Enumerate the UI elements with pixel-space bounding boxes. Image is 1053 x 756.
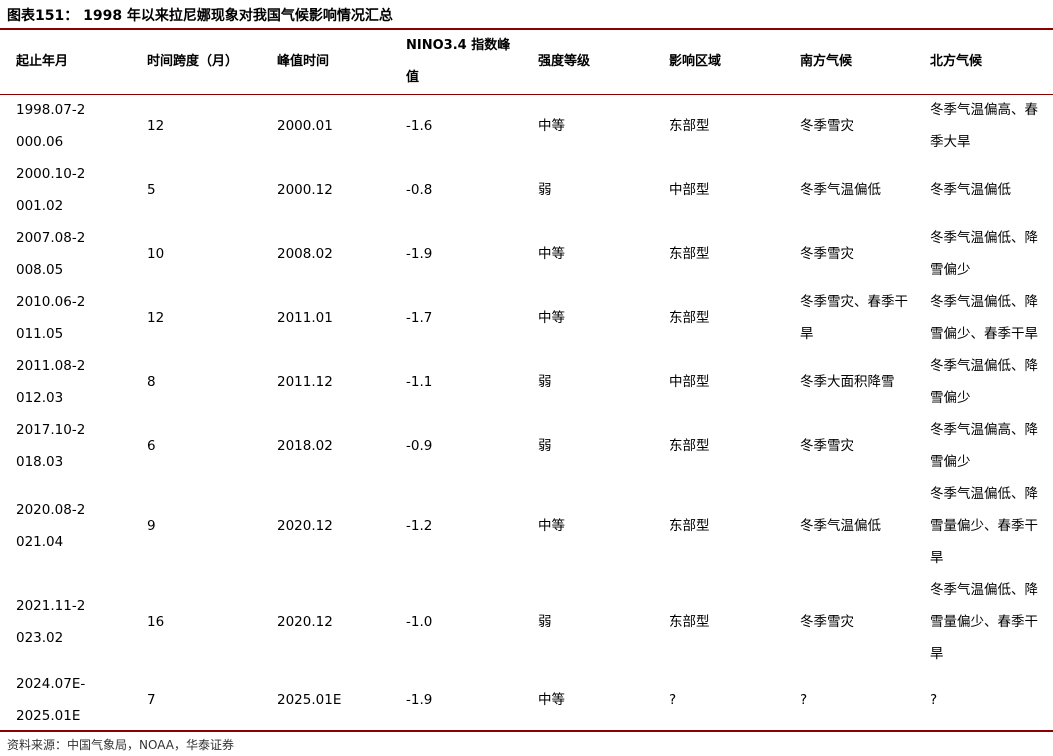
table-cell: 冬季气温偏低、降雪偏少、春季干旱: [930, 294, 1038, 342]
table-cell: 2010.06-2011.05: [16, 294, 86, 342]
table-cell: 冬季气温偏低: [800, 182, 881, 198]
table-cell: 冬季雪灾: [800, 246, 854, 262]
table-cell: 2024.07E-2025.01E: [16, 676, 86, 724]
table-cell: 冬季气温偏低、降雪偏少: [930, 358, 1038, 406]
table-cell: -1.1: [406, 374, 433, 390]
table-cell: -1.9: [406, 246, 433, 262]
table-cell: 2007.08-2008.05: [16, 230, 86, 278]
table-cell: -1.7: [406, 310, 433, 326]
table-cell: ?: [669, 692, 677, 708]
table-cell: 2018.02: [277, 438, 333, 454]
header-cell: 北方气候: [930, 54, 983, 69]
table-cell: 中等: [538, 310, 565, 326]
table-cell: 8: [147, 374, 156, 390]
figure-title: 图表151： 1998 年以来拉尼娜现象对我国气候影响情况汇总: [7, 8, 393, 24]
table-row: 2011.08-2012.03 8 2011.12 -1.1 弱 中部型 冬季大…: [0, 350, 1053, 414]
table-cell: 5: [147, 182, 156, 198]
table-cell: 冬季气温偏低、降雪量偏少、春季干旱: [930, 582, 1038, 662]
table-cell: 2000.01: [277, 118, 333, 134]
table-cell: 冬季大面积降雪: [800, 374, 895, 390]
table-cell: 弱: [538, 182, 552, 198]
table-cell: -1.6: [406, 118, 433, 134]
table-header: 起止年月 时间跨度（月） 峰值时间 NINO3.4 指数峰值 强度等级 影响区域…: [0, 30, 1053, 95]
table-cell: 东部型: [669, 246, 710, 262]
table-cell: 东部型: [669, 438, 710, 454]
table-cell: 2020.08-2021.04: [16, 502, 86, 550]
table-cell: 东部型: [669, 310, 710, 326]
table-row: 2021.11-2023.02 16 2020.12 -1.0 弱 东部型 冬季…: [0, 574, 1053, 670]
header-cell: 起止年月: [16, 54, 69, 69]
table-cell: 2020.12: [277, 614, 333, 630]
table-row: 1998.07-2000.06 12 2000.01 -1.6 中等 东部型 冬…: [0, 94, 1053, 158]
table-cell: ?: [800, 692, 808, 708]
table-cell: 2025.01E: [277, 692, 342, 708]
header-cell: 影响区域: [669, 54, 722, 69]
table-cell: 冬季气温偏高、春季大旱: [930, 102, 1038, 150]
table-cell: -1.9: [406, 692, 433, 708]
table-cell: 冬季雪灾、春季干旱: [800, 294, 908, 342]
table-cell: -0.8: [406, 182, 433, 198]
table-row: 2020.08-2021.04 9 2020.12 -1.2 中等 东部型 冬季…: [0, 478, 1053, 574]
table-cell: 东部型: [669, 118, 710, 134]
table-cell: 2000.12: [277, 182, 333, 198]
table-cell: 2017.10-2018.03: [16, 422, 86, 470]
table-cell: 弱: [538, 438, 552, 454]
table-cell: 中部型: [669, 182, 710, 198]
table-cell: 7: [147, 692, 156, 708]
table-cell: 中等: [538, 118, 565, 134]
table-cell: 12: [147, 118, 165, 134]
table-cell: 冬季气温偏低: [800, 518, 881, 534]
table-cell: 10: [147, 246, 165, 262]
table-cell: 9: [147, 518, 156, 534]
table-cell: 2011.12: [277, 374, 333, 390]
table-cell: 中等: [538, 692, 565, 708]
title-bar: 图表151： 1998 年以来拉尼娜现象对我国气候影响情况汇总: [0, 0, 1053, 30]
table-cell: 中等: [538, 246, 565, 262]
table-cell: 2000.10-2001.02: [16, 166, 86, 214]
table-row: 2000.10-2001.02 5 2000.12 -0.8 弱 中部型 冬季气…: [0, 158, 1053, 222]
table-cell: 冬季气温偏低: [930, 182, 1011, 198]
table-row: 2007.08-2008.05 10 2008.02 -1.9 中等 东部型 冬…: [0, 222, 1053, 286]
table-cell: 2021.11-2023.02: [16, 598, 86, 646]
table-row: 2024.07E-2025.01E 7 2025.01E -1.9 中等 ? ?…: [0, 670, 1053, 730]
table-cell: 东部型: [669, 518, 710, 534]
table-cell: 冬季气温偏低、降雪偏少: [930, 230, 1038, 278]
table-cell: 2020.12: [277, 518, 333, 534]
table-cell: 弱: [538, 614, 552, 630]
table-cell: 冬季雪灾: [800, 438, 854, 454]
table-cell: 冬季雪灾: [800, 118, 854, 134]
table-row: 2017.10-2018.03 6 2018.02 -0.9 弱 东部型 冬季雪…: [0, 414, 1053, 478]
table-cell: 2008.02: [277, 246, 333, 262]
table-cell: 弱: [538, 374, 552, 390]
table-cell: -1.2: [406, 518, 433, 534]
table-row: 2010.06-2011.05 12 2011.01 -1.7 中等 东部型 冬…: [0, 286, 1053, 350]
table-cell: 1998.07-2000.06: [16, 102, 86, 150]
table-cell: 2011.01: [277, 310, 333, 326]
table-cell: 冬季气温偏低、降雪量偏少、春季干旱: [930, 486, 1038, 566]
table-cell: 冬季雪灾: [800, 614, 854, 630]
header-cell: 强度等级: [538, 54, 591, 69]
header-cell: 南方气候: [800, 54, 853, 69]
table-cell: 中等: [538, 518, 565, 534]
table-cell: ?: [930, 692, 938, 708]
data-table: 起止年月 时间跨度（月） 峰值时间 NINO3.4 指数峰值 强度等级 影响区域…: [0, 30, 1053, 730]
source-note: 资料来源：中国气象局，NOAA，华泰证券: [0, 730, 1053, 756]
table-cell: 16: [147, 614, 165, 630]
header-cell: 时间跨度（月）: [147, 54, 239, 69]
table-cell: 6: [147, 438, 156, 454]
header-cell: NINO3.4 指数峰值: [406, 38, 511, 85]
table-cell: -1.0: [406, 614, 433, 630]
table-cell: 12: [147, 310, 165, 326]
header-cell: 峰值时间: [277, 54, 330, 69]
table-cell: 中部型: [669, 374, 710, 390]
table-cell: 冬季气温偏高、降雪偏少: [930, 422, 1038, 470]
table-cell: 2011.08-2012.03: [16, 358, 86, 406]
table-cell: 东部型: [669, 614, 710, 630]
table-cell: -0.9: [406, 438, 433, 454]
